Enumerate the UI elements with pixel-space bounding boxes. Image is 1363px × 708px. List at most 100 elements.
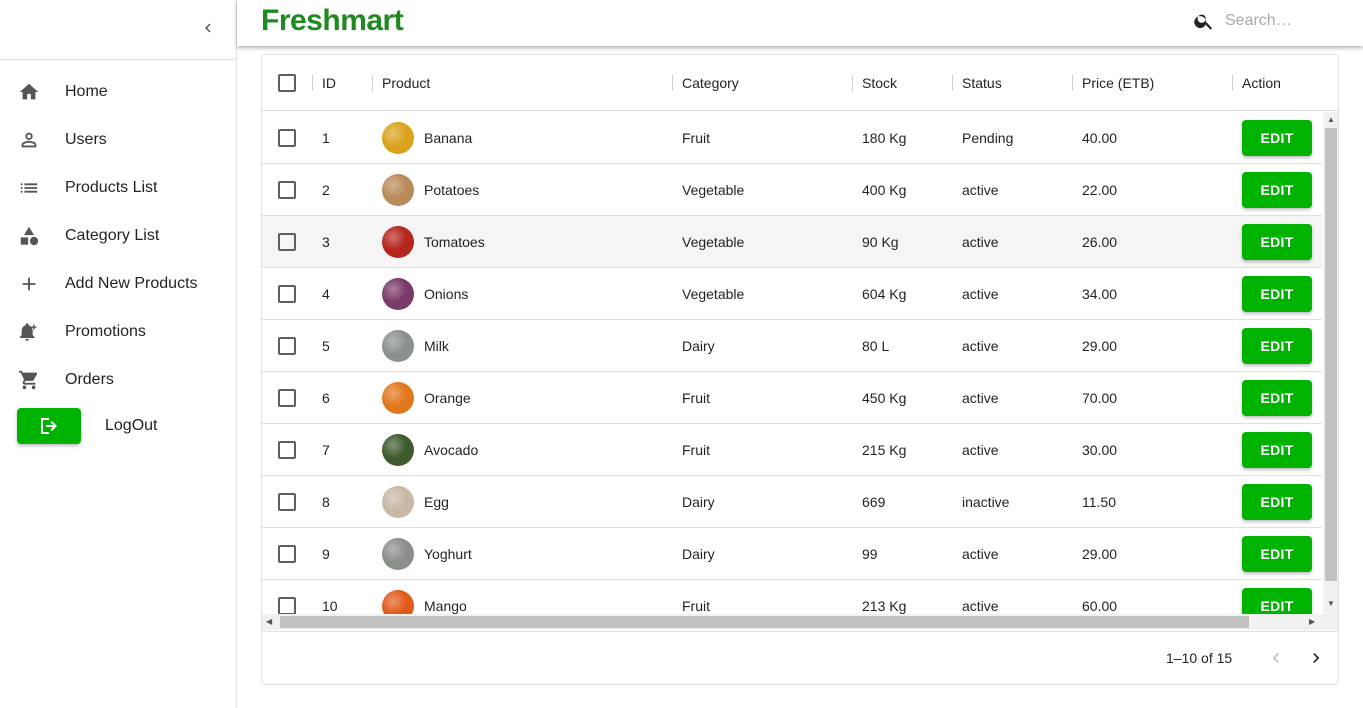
next-page-button[interactable] [1304,646,1328,670]
column-header-category[interactable]: Category [682,55,739,111]
cell-id: 4 [322,286,330,302]
previous-page-button[interactable] [1264,646,1288,670]
row-checkbox[interactable] [278,181,296,199]
logout-button[interactable] [17,408,81,444]
row-checkbox[interactable] [278,441,296,459]
sidebar-item-label: Products List [65,179,158,196]
row-checkbox[interactable] [278,285,296,303]
plus-icon [17,272,41,296]
row-select-cell [278,164,296,216]
row-select-cell [278,424,296,476]
sidebar-item-products-list[interactable]: Products List [0,164,236,212]
product-name: Milk [424,338,449,354]
select-all-checkbox[interactable] [278,74,296,92]
cell-category: Fruit [682,130,710,146]
sidebar-item-home[interactable]: Home [0,68,236,116]
search-input[interactable] [1225,12,1355,30]
cell-action: EDIT [1242,528,1312,580]
column-separator[interactable] [952,75,953,91]
table-row[interactable]: 10 Mango Fruit 213 Kg active 60.00 EDIT [262,580,1322,614]
column-separator[interactable] [1072,75,1073,91]
chevron-right-icon [1313,653,1320,663]
edit-button[interactable]: EDIT [1242,432,1312,468]
vertical-scroll-thumb[interactable] [1325,128,1337,581]
column-header-product[interactable]: Product [382,55,430,111]
row-checkbox[interactable] [278,337,296,355]
cell-status: active [962,442,999,458]
edit-button[interactable]: EDIT [1242,588,1312,614]
table-row[interactable]: 6 Orange Fruit 450 Kg active 70.00 EDIT [262,372,1322,424]
row-checkbox[interactable] [278,233,296,251]
table-row[interactable]: 1 Banana Fruit 180 Kg Pending 40.00 EDIT [262,112,1322,164]
edit-button[interactable]: EDIT [1242,380,1312,416]
table-row[interactable]: 9 Yoghurt Dairy 99 active 29.00 EDIT [262,528,1322,580]
row-select-cell [278,580,296,614]
cell-product: Milk [382,320,449,372]
cell-id: 7 [322,442,330,458]
sidebar-item-label: Add New Products [65,275,198,292]
sidebar-item-users[interactable]: Users [0,116,236,164]
column-separator[interactable] [1232,75,1233,91]
column-separator[interactable] [672,75,673,91]
column-separator[interactable] [312,75,313,91]
scroll-right-arrow-icon[interactable]: ▶ [1309,618,1315,626]
vertical-scrollbar[interactable]: ▲ ▼ [1323,112,1338,614]
sidebar-item-orders[interactable]: Orders [0,356,236,404]
edit-button[interactable]: EDIT [1242,172,1312,208]
horizontal-scrollbar[interactable]: ◀ ▶ [262,614,1338,630]
row-checkbox[interactable] [278,597,296,614]
column-separator[interactable] [372,75,373,91]
table-row[interactable]: 2 Potatoes Vegetable 400 Kg active 22.00 EDIT [262,164,1322,216]
column-header-stock[interactable]: Stock [862,55,897,111]
cell-status: active [962,182,999,198]
row-select-cell [278,372,296,424]
logout-row: LogOut [0,406,236,446]
sidebar-item-add-new-products[interactable]: Add New Products [0,260,236,308]
cell-category: Vegetable [682,182,745,198]
collapse-sidebar-button[interactable] [196,16,220,40]
table-row[interactable]: 8 Egg Dairy 669 inactive 11.50 EDIT [262,476,1322,528]
sidebar-item-promotions[interactable]: Promotions [0,308,236,356]
table-row[interactable]: 3 Tomatoes Vegetable 90 Kg active 26.00 EDIT [262,216,1322,268]
cell-price: 60.00 [1082,598,1118,614]
row-checkbox[interactable] [278,545,296,563]
edit-button[interactable]: EDIT [1242,224,1312,260]
row-checkbox[interactable] [278,493,296,511]
column-header-status[interactable]: Status [962,55,1002,111]
horizontal-scroll-thumb[interactable] [280,616,1249,628]
cell-price: 26.00 [1082,234,1118,250]
scroll-down-arrow-icon[interactable]: ▼ [1327,600,1335,608]
cell-id: 9 [322,546,330,562]
table-row[interactable]: 4 Onions Vegetable 604 Kg active 34.00 EDIT [262,268,1322,320]
brand-logo[interactable]: Freshmart [261,4,404,38]
column-header-price[interactable]: Price (ETB) [1082,55,1154,111]
cell-stock: 90 Kg [862,234,899,250]
search-icon[interactable] [1193,10,1215,32]
cell-action: EDIT [1242,424,1312,476]
scroll-left-arrow-icon[interactable]: ◀ [266,618,272,626]
cell-id: 8 [322,494,330,510]
cell-price: 34.00 [1082,286,1118,302]
column-separator[interactable] [852,75,853,91]
edit-button[interactable]: EDIT [1242,536,1312,572]
cart-icon [17,368,41,392]
row-checkbox[interactable] [278,129,296,147]
cell-product: Banana [382,112,472,164]
cell-status: active [962,286,999,302]
cell-stock: 400 Kg [862,182,907,198]
logout-label[interactable]: LogOut [105,417,157,435]
edit-button[interactable]: EDIT [1242,328,1312,364]
table-row[interactable]: 7 Avocado Fruit 215 Kg active 30.00 EDIT [262,424,1322,476]
edit-button[interactable]: EDIT [1242,276,1312,312]
sidebar-item-category-list[interactable]: Category List [0,212,236,260]
column-header-action[interactable]: Action [1242,55,1281,111]
cell-category: Fruit [682,442,710,458]
edit-button[interactable]: EDIT [1242,120,1312,156]
table-row[interactable]: 5 Milk Dairy 80 L active 29.00 EDIT [262,320,1322,372]
column-header-id[interactable]: ID [322,55,336,111]
row-checkbox[interactable] [278,389,296,407]
cell-stock: 213 Kg [862,598,907,614]
scroll-up-arrow-icon[interactable]: ▲ [1327,116,1335,124]
edit-button[interactable]: EDIT [1242,484,1312,520]
cell-status: active [962,234,999,250]
